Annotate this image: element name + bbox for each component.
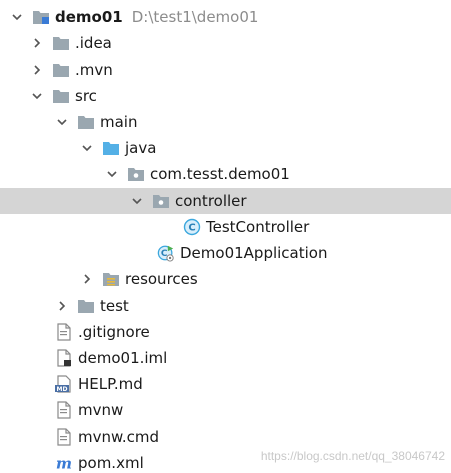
tree-row-main[interactable]: main: [0, 109, 451, 135]
tree-row-mvnw-cmd[interactable]: mvnw.cmd: [0, 424, 451, 450]
tree-row-test[interactable]: test: [0, 293, 451, 319]
package-icon: [127, 165, 145, 183]
chevron-down-icon[interactable]: [30, 89, 44, 103]
project-name: demo01: [55, 8, 123, 26]
maven-icon: m: [55, 454, 73, 472]
svg-text:C: C: [188, 223, 195, 234]
tree-label-application: Demo01Application: [180, 244, 328, 262]
tree-label-main: main: [100, 113, 138, 131]
tree-label-help: HELP.md: [78, 375, 143, 393]
chevron-down-icon[interactable]: [10, 10, 24, 24]
tree-label-mvnw-cmd: mvnw.cmd: [78, 428, 160, 446]
tree-row-help[interactable]: MD HELP.md: [0, 371, 451, 397]
module-folder-icon: [32, 8, 50, 26]
tree-row-java[interactable]: java: [0, 135, 451, 161]
tree-row-resources[interactable]: resources: [0, 266, 451, 292]
text-file-icon: [55, 401, 73, 419]
watermark: https://blog.csdn.net/qq_38046742: [260, 449, 445, 463]
chevron-right-icon[interactable]: [80, 272, 94, 286]
chevron-down-icon[interactable]: [105, 167, 119, 181]
folder-icon: [77, 113, 95, 131]
tree-label-testcontroller: TestController: [206, 218, 310, 236]
project-tree: demo01 D:\test1\demo01 .idea .mvn src ma…: [0, 0, 451, 473]
chevron-down-icon[interactable]: [80, 141, 94, 155]
svg-text:m: m: [56, 454, 72, 472]
tree-row-package[interactable]: com.tesst.demo01: [0, 161, 451, 187]
module-file-icon: [55, 349, 73, 367]
chevron-right-icon[interactable]: [30, 36, 44, 50]
resources-folder-icon: [102, 270, 120, 288]
tree-label-gitignore: .gitignore: [78, 323, 150, 341]
chevron-right-icon[interactable]: [30, 63, 44, 77]
folder-icon: [52, 87, 70, 105]
tree-label-package: com.tesst.demo01: [150, 165, 290, 183]
chevron-down-icon[interactable]: [55, 115, 69, 129]
spring-boot-class-icon: C: [157, 244, 175, 262]
svg-text:MD: MD: [57, 386, 68, 393]
chevron-down-icon[interactable]: [130, 194, 144, 208]
tree-label-idea: .idea: [75, 34, 112, 52]
tree-label-resources: resources: [125, 270, 198, 288]
tree-row-controller[interactable]: controller: [0, 188, 451, 214]
tree-row-iml[interactable]: demo01.iml: [0, 345, 451, 371]
tree-row-src[interactable]: src: [0, 83, 451, 109]
tree-label-src: src: [75, 87, 97, 105]
tree-row-demo01[interactable]: demo01 D:\test1\demo01: [0, 4, 451, 30]
tree-label-mvn: .mvn: [75, 61, 113, 79]
chevron-right-icon[interactable]: [55, 299, 69, 313]
tree-row-testcontroller[interactable]: C TestController: [0, 214, 451, 240]
tree-row-application[interactable]: C Demo01Application: [0, 240, 451, 266]
tree-row-mvnw[interactable]: mvnw: [0, 397, 451, 423]
markdown-file-icon: MD: [55, 375, 73, 393]
text-file-icon: [55, 428, 73, 446]
tree-label-iml: demo01.iml: [78, 349, 168, 367]
text-file-icon: [55, 323, 73, 341]
tree-row-idea[interactable]: .idea: [0, 30, 451, 56]
project-path: D:\test1\demo01: [131, 8, 259, 26]
folder-icon: [77, 297, 95, 315]
tree-label-mvnw: mvnw: [78, 401, 124, 419]
tree-row-gitignore[interactable]: .gitignore: [0, 319, 451, 345]
package-icon: [152, 192, 170, 210]
tree-label-java: java: [125, 139, 157, 157]
tree-row-mvn[interactable]: .mvn: [0, 57, 451, 83]
source-folder-icon: [102, 139, 120, 157]
tree-label-controller: controller: [175, 192, 247, 210]
tree-label-test: test: [100, 297, 129, 315]
folder-icon: [52, 61, 70, 79]
class-icon: C: [183, 218, 201, 236]
folder-icon: [52, 34, 70, 52]
tree-label-pom: pom.xml: [78, 454, 144, 472]
